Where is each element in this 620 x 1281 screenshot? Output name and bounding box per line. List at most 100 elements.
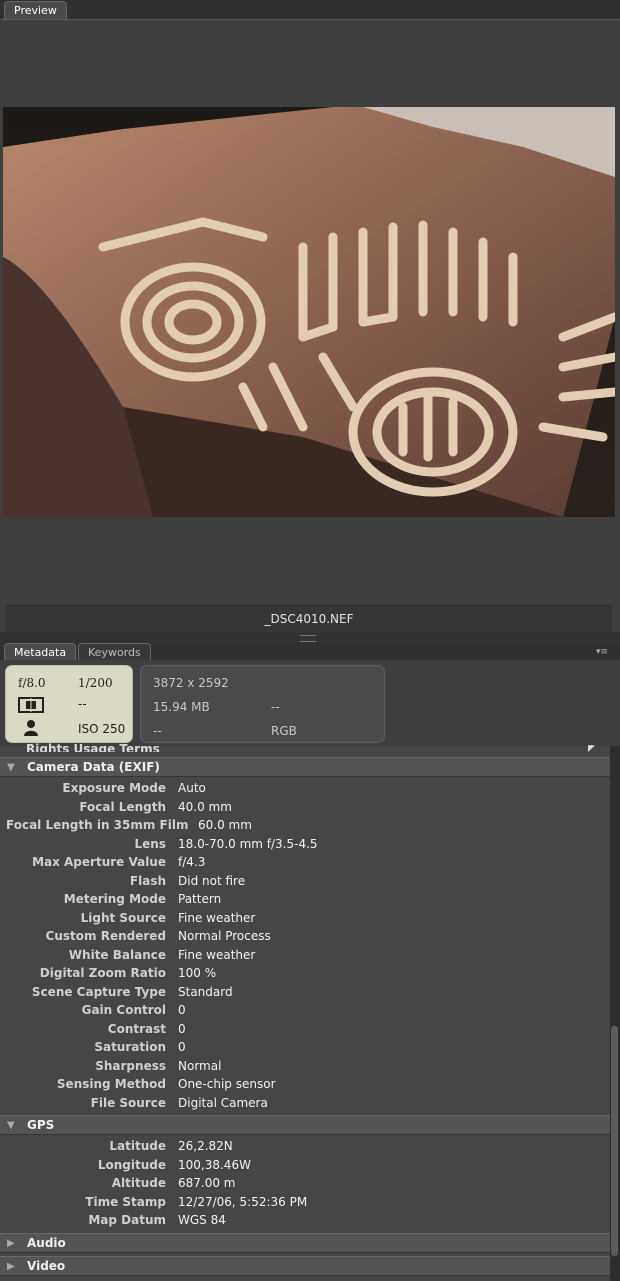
- metadata-field-value[interactable]: Did not fire: [178, 872, 245, 890]
- metadata-scrollbar[interactable]: [610, 746, 620, 1281]
- file-summary-box: 3872 x 2592 15.94 MB -- -- RGB: [140, 665, 385, 743]
- disclosure-expanded-icon[interactable]: ▼: [7, 758, 15, 777]
- metadata-field-value[interactable]: One-chip sensor: [178, 1075, 276, 1093]
- metadata-field-label: Altitude: [111, 1176, 166, 1190]
- metadata-row: Digital Zoom Ratio 100 %: [0, 964, 610, 982]
- metadata-field-label: Contrast: [107, 1022, 166, 1036]
- resize-arrow-icon[interactable]: ◤: [588, 744, 595, 754]
- metadata-field-value[interactable]: f/4.3: [178, 853, 205, 871]
- metadata-row: Scene Capture Type Standard: [0, 983, 610, 1001]
- metadata-field-value[interactable]: Normal: [178, 1057, 221, 1075]
- metadata-field-label: Max Aperture Value: [32, 855, 166, 869]
- section-title: Audio: [27, 1235, 66, 1250]
- shutter-value: 1/200: [78, 676, 113, 690]
- metadata-row: Light Source Fine weather: [0, 909, 610, 927]
- section-title: Camera Data (EXIF): [27, 760, 160, 774]
- metadata-field-label: Focal Length: [79, 800, 166, 814]
- scrollbar-thumb[interactable]: [611, 1026, 618, 1256]
- metadata-field-value[interactable]: Fine weather: [178, 946, 255, 964]
- metadata-row: Time Stamp 12/27/06, 5:52:36 PM: [0, 1193, 610, 1211]
- metadata-field-label: Map Datum: [88, 1213, 166, 1227]
- file-size-extra: --: [271, 700, 280, 714]
- metadata-field-label: White Balance: [68, 948, 166, 962]
- metadata-field-label: Metering Mode: [63, 892, 166, 906]
- file-extra: --: [153, 724, 162, 738]
- metadata-field-label: Longitude: [97, 1158, 166, 1172]
- section-title: GPS: [27, 1118, 55, 1132]
- disclosure-expanded-icon[interactable]: ▼: [7, 1116, 15, 1135]
- preview-image[interactable]: [3, 107, 615, 517]
- metadata-row: Custom Rendered Normal Process: [0, 927, 610, 945]
- metadata-field-label: Digital Zoom Ratio: [39, 966, 166, 980]
- metadata-field-label: Exposure Mode: [62, 781, 166, 795]
- section-title: Video: [27, 1258, 66, 1273]
- section-header-audio[interactable]: ▶ Audio: [0, 1232, 610, 1253]
- metadata-field-label: Custom Rendered: [45, 929, 166, 943]
- color-mode: RGB: [271, 724, 297, 738]
- metadata-field-value[interactable]: 40.0 mm: [178, 798, 232, 816]
- metadata-field-value[interactable]: 100,38.46W: [178, 1156, 251, 1174]
- camera-summary-box: f/8.0 1/200 -- ISO 250: [5, 665, 133, 743]
- preview-filename: _DSC4010.NEF: [6, 605, 612, 633]
- metadata-field-value[interactable]: 687.00 m: [178, 1174, 236, 1192]
- metadata-row: Focal Length 40.0 mm: [0, 798, 610, 816]
- metadata-field-label: Light Source: [80, 911, 166, 925]
- metadata-field-label: Scene Capture Type: [31, 985, 166, 999]
- metadata-row: Sensing Method One-chip sensor: [0, 1075, 610, 1093]
- metadata-field-value[interactable]: Pattern: [178, 890, 221, 908]
- metadata-field-label: Time Stamp: [85, 1195, 166, 1209]
- tab-keywords[interactable]: Keywords: [78, 643, 151, 660]
- cutoff-field-label: Rights Usage Terms: [26, 742, 160, 752]
- metadata-row: Flash Did not fire: [0, 872, 610, 890]
- metadata-field-value[interactable]: 100 %: [178, 964, 216, 982]
- metadata-row: Gain Control 0: [0, 1001, 610, 1019]
- metadata-field-value[interactable]: Auto: [178, 779, 206, 797]
- section-header-gps[interactable]: ▼ GPS: [0, 1115, 610, 1135]
- metadata-row: White Balance Fine weather: [0, 946, 610, 964]
- metadata-summary: f/8.0 1/200 -- ISO 250 3872 x 2592 15.94…: [0, 660, 620, 746]
- metadata-field-label: File Source: [90, 1096, 166, 1110]
- metadata-field-label: Saturation: [94, 1040, 166, 1054]
- section-header-video[interactable]: ▶ Video: [0, 1255, 610, 1276]
- tab-preview[interactable]: Preview: [4, 1, 67, 19]
- panel-menu-icon[interactable]: ▾≡: [596, 647, 614, 657]
- metadata-field-value[interactable]: 12/27/06, 5:52:36 PM: [178, 1193, 307, 1211]
- disclosure-collapsed-icon[interactable]: ▶: [7, 1234, 15, 1253]
- preview-area: _DSC4010.NEF: [0, 20, 620, 633]
- metadata-field-value[interactable]: 0: [178, 1020, 186, 1038]
- metadata-row: Lens 18.0-70.0 mm f/3.5-4.5: [0, 835, 610, 853]
- metadata-row: Metering Mode Pattern: [0, 890, 610, 908]
- metadata-field-label: Sensing Method: [56, 1077, 166, 1091]
- metadata-field-label: Gain Control: [81, 1003, 166, 1017]
- petroglyph-photo: [3, 107, 615, 517]
- metadata-field-value[interactable]: Digital Camera: [178, 1094, 268, 1112]
- metadata-field-value[interactable]: Normal Process: [178, 927, 271, 945]
- metadata-field-value[interactable]: Standard: [178, 983, 233, 1001]
- metadata-field-value[interactable]: 0: [178, 1038, 186, 1056]
- metadata-field-value[interactable]: WGS 84: [178, 1211, 226, 1229]
- metadata-row: Contrast 0: [0, 1020, 610, 1038]
- metadata-row: Saturation 0: [0, 1038, 610, 1056]
- metadata-field-label: Flash: [129, 874, 166, 888]
- metadata-field-value[interactable]: 60.0 mm: [198, 816, 252, 834]
- metadata-row: Longitude 100,38.46W: [0, 1156, 610, 1174]
- metadata-row: File Source Digital Camera: [0, 1094, 610, 1112]
- metadata-list[interactable]: Rights Usage Terms ▼ Camera Data (EXIF) Ex…: [0, 742, 610, 1281]
- splitter-grip-icon[interactable]: [300, 635, 316, 642]
- image-dimensions: 3872 x 2592: [153, 676, 229, 690]
- metadata-row: Exposure Mode Auto: [0, 779, 610, 797]
- metadata-field-value[interactable]: 18.0-70.0 mm f/3.5-4.5: [178, 835, 318, 853]
- file-size: 15.94 MB: [153, 700, 210, 714]
- section-header-camera-data-exif[interactable]: ▼ Camera Data (EXIF): [0, 757, 610, 777]
- metering-icon: [18, 697, 44, 716]
- metadata-row: Latitude 26,2.82N: [0, 1137, 610, 1155]
- disclosure-collapsed-icon[interactable]: ▶: [7, 1257, 15, 1276]
- metadata-field-value[interactable]: Fine weather: [178, 909, 255, 927]
- metadata-row: Map Datum WGS 84: [0, 1211, 610, 1229]
- metadata-field-value[interactable]: 0: [178, 1001, 186, 1019]
- metadata-tabbar: Metadata Keywords ▾≡: [0, 643, 620, 661]
- metadata-row: Sharpness Normal: [0, 1057, 610, 1075]
- tab-metadata[interactable]: Metadata: [4, 643, 77, 660]
- metadata-field-value[interactable]: 26,2.82N: [178, 1137, 233, 1155]
- metadata-row: Focal Length in 35mm Film 60.0 mm: [0, 816, 610, 834]
